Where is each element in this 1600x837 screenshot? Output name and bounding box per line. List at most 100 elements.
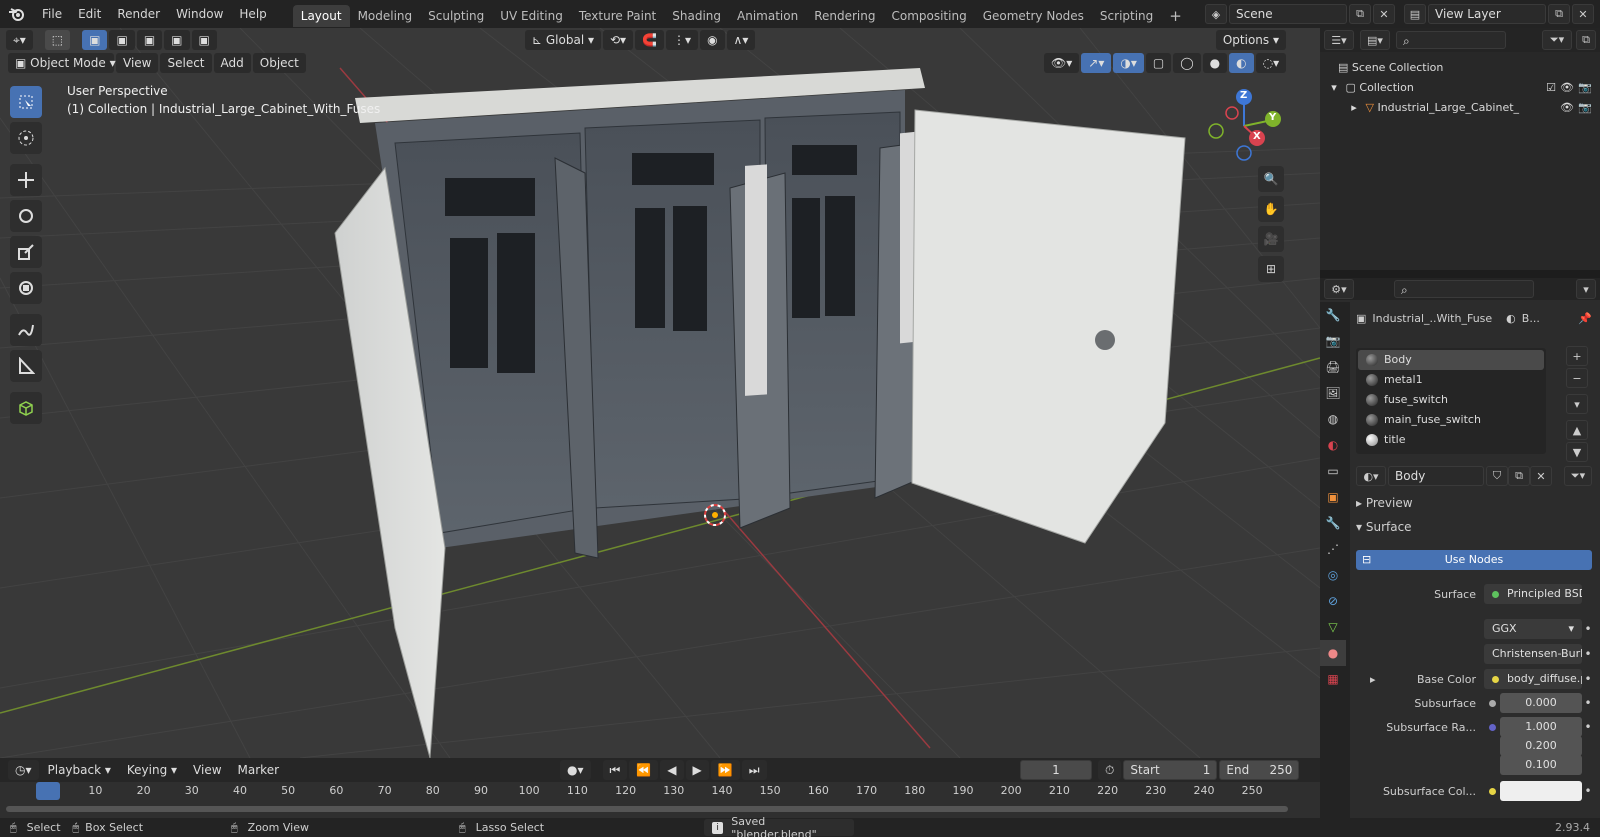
view-layer-browse-icon[interactable]: ▤	[1404, 4, 1426, 24]
shading-wireframe-icon[interactable]: ◯	[1173, 53, 1201, 73]
subsurface-value-field[interactable]: 0.000	[1500, 693, 1582, 713]
view-layer-tab-icon[interactable]: 🖼	[1320, 380, 1346, 406]
subsurface-color-swatch[interactable]	[1500, 781, 1582, 801]
pan-hand-icon[interactable]: ✋	[1258, 196, 1284, 222]
duplicate-material-icon[interactable]: ⧉	[1508, 466, 1530, 486]
tab-modeling[interactable]: Modeling	[350, 5, 421, 27]
play-reverse-icon[interactable]: ◀	[660, 760, 684, 780]
slot-specials-icon[interactable]: ▾	[1566, 394, 1588, 414]
timeline-editor-type-icon[interactable]: ◷▾	[8, 760, 39, 780]
keyframe-dot-icon[interactable]: •	[1582, 784, 1594, 798]
outliner-row-object[interactable]: ▸ ▽ Industrial_Large_Cabinet_ 👁 📷	[1320, 98, 1600, 118]
orientation-dropdown[interactable]: ⊾ Global ▾	[525, 30, 601, 50]
properties-editor-type-icon[interactable]: ⚙▾	[1324, 279, 1354, 299]
hide-eye-icon[interactable]: 👁	[1560, 98, 1574, 118]
render-camera-icon[interactable]: 📷	[1578, 98, 1592, 118]
add-slot-icon[interactable]: +	[1566, 346, 1588, 366]
hide-eye-icon[interactable]: 👁	[1560, 78, 1574, 98]
play-icon[interactable]: ▶	[685, 760, 709, 780]
expand-arrow-icon[interactable]: ▾	[1326, 78, 1342, 98]
jump-start-icon[interactable]: ⏮	[602, 760, 628, 780]
modifier-tab-icon[interactable]: 🔧	[1320, 510, 1346, 536]
object-tab-icon[interactable]: ▣	[1320, 484, 1346, 510]
scene-tab-icon[interactable]: ◍	[1320, 406, 1346, 432]
playhead[interactable]	[36, 782, 60, 800]
use-nodes-button[interactable]: ⊟ Use Nodes	[1356, 550, 1592, 570]
material-tab-icon[interactable]: ●	[1320, 640, 1346, 666]
jump-prev-keyframe-icon[interactable]: ⏪	[629, 760, 659, 780]
outliner-search-input[interactable]: ⌕	[1396, 31, 1506, 49]
new-scene-icon[interactable]: ⧉	[1349, 4, 1371, 24]
expand-arrow-icon[interactable]: ▸	[1370, 673, 1376, 686]
menu-playback[interactable]: Playback ▾	[41, 760, 118, 780]
keyframe-dot-icon[interactable]: •	[1582, 720, 1594, 734]
menu-object[interactable]: Object	[252, 53, 306, 73]
scene-browse-icon[interactable]: ◈	[1205, 4, 1227, 24]
add-workspace-icon[interactable]: +	[1161, 5, 1190, 27]
move-tool-icon[interactable]	[10, 164, 42, 196]
tool-tab-icon[interactable]: 🔧	[1320, 302, 1346, 328]
subsurface-radius-y-field[interactable]: 0.200	[1500, 736, 1582, 756]
menu-view[interactable]: View	[116, 53, 159, 73]
xray-toggle-icon[interactable]: ▢	[1145, 53, 1172, 73]
preview-section-header[interactable]: ▸ Preview	[1356, 496, 1413, 510]
select-tool-icon[interactable]: ⬚	[44, 30, 71, 50]
proportional-edit-icon[interactable]: ◉	[700, 30, 725, 50]
expand-arrow-icon[interactable]: ▸	[1346, 98, 1362, 118]
menu-help[interactable]: Help	[231, 0, 274, 28]
delete-scene-icon[interactable]: ✕	[1373, 4, 1395, 24]
outliner-display-mode-icon[interactable]: ▤▾	[1360, 30, 1390, 50]
add-cube-tool-icon[interactable]	[10, 392, 42, 424]
outliner-editor-type-icon[interactable]: ☰▾	[1324, 30, 1354, 50]
shading-solid-icon[interactable]: ●	[1202, 53, 1228, 73]
menu-timeline-view[interactable]: View	[186, 760, 228, 780]
select-mode-intersect-icon[interactable]: ▣	[191, 30, 217, 50]
tab-sculpting[interactable]: Sculpting	[420, 5, 492, 27]
material-slot-metal1[interactable]: metal1	[1358, 370, 1544, 390]
3d-viewport[interactable]: ⌖▾ ⬚ ▣ ▣ ▣ ▣ ▣ ⊾ Global ▾ ⟲▾ 🧲 ⋮▾ ◉ ∧▾ O…	[0, 28, 1320, 758]
exclude-checkbox[interactable]: ☑	[1546, 78, 1556, 98]
fake-user-shield-icon[interactable]: ⛉	[1486, 466, 1508, 486]
blender-logo-icon[interactable]	[0, 0, 34, 28]
move-slot-down-icon[interactable]: ▼	[1566, 442, 1588, 462]
menu-render[interactable]: Render	[109, 0, 168, 28]
preview-range-icon[interactable]: ⏱	[1098, 760, 1122, 780]
material-slot-title[interactable]: title	[1358, 430, 1544, 450]
material-slot-body[interactable]: Body	[1358, 350, 1544, 370]
menu-keying[interactable]: Keying ▾	[120, 760, 184, 780]
world-tab-icon[interactable]: ◐	[1320, 432, 1346, 458]
tab-rendering[interactable]: Rendering	[806, 5, 883, 27]
select-mode-invert-icon[interactable]: ▣	[164, 30, 190, 50]
keyframe-dot-icon[interactable]: •	[1582, 647, 1594, 661]
keyframe-dot-icon[interactable]: •	[1582, 696, 1594, 710]
remove-slot-icon[interactable]: −	[1566, 368, 1588, 388]
shading-rendered-icon[interactable]: ◌▾	[1255, 53, 1287, 73]
material-slot-main-fuse-switch[interactable]: main_fuse_switch	[1358, 410, 1544, 430]
new-view-layer-icon[interactable]: ⧉	[1548, 4, 1570, 24]
perspective-toggle-icon[interactable]: ⊞	[1258, 256, 1284, 282]
data-tab-icon[interactable]: ▽	[1320, 614, 1346, 640]
menu-select[interactable]: Select	[160, 53, 212, 73]
tab-texture-paint[interactable]: Texture Paint	[571, 5, 664, 27]
rotate-tool-icon[interactable]	[10, 200, 42, 232]
material-slot-fuse-switch[interactable]: fuse_switch	[1358, 390, 1544, 410]
snap-toggle-icon[interactable]: 🧲	[635, 30, 665, 50]
socket-dot-icon[interactable]	[1488, 700, 1496, 707]
keyframe-dot-icon[interactable]: •	[1582, 622, 1594, 636]
socket-dot-icon[interactable]	[1488, 724, 1496, 731]
cursor-tool-icon[interactable]	[10, 122, 42, 154]
mode-dropdown[interactable]: ▣ Object Mode ▾	[8, 53, 116, 73]
collection-tab-icon[interactable]: ▭	[1320, 458, 1346, 484]
select-mode-new-icon[interactable]: ▣	[82, 30, 108, 50]
annotate-tool-icon[interactable]	[10, 314, 42, 346]
scene-name-field[interactable]: Scene	[1229, 4, 1347, 24]
subsurface-radius-x-field[interactable]: 1.000	[1500, 717, 1582, 737]
start-frame-field[interactable]: Start 1	[1123, 760, 1218, 780]
falloff-icon[interactable]: ∧▾	[726, 30, 756, 50]
properties-search-input[interactable]: ⌕	[1394, 280, 1534, 298]
output-tab-icon[interactable]: 🖨	[1320, 354, 1346, 380]
pivot-point-icon[interactable]: ⟲▾	[603, 30, 634, 50]
keyframe-dot-icon[interactable]: •	[1582, 672, 1594, 686]
socket-dot-icon[interactable]	[1488, 788, 1496, 795]
tab-geometry-nodes[interactable]: Geometry Nodes	[975, 5, 1092, 27]
